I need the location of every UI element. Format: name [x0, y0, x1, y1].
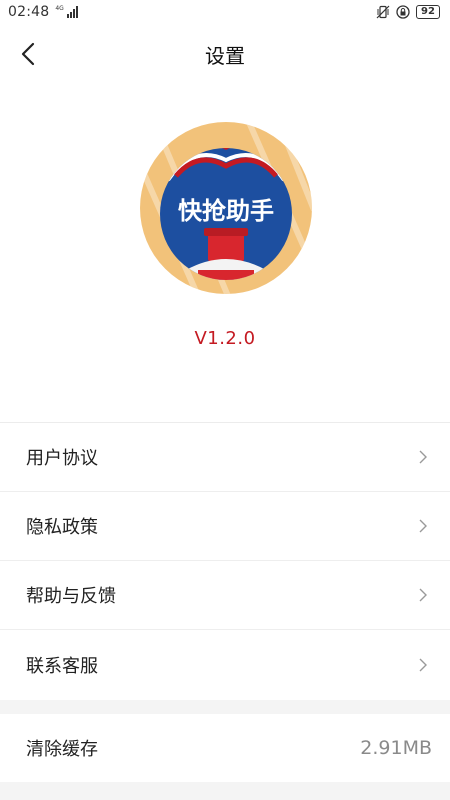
alarm-lock-icon	[396, 5, 410, 19]
signal-bar	[75, 6, 78, 18]
menu-item-help-feedback[interactable]: 帮助与反馈	[0, 561, 450, 630]
chevron-right-icon	[419, 658, 427, 671]
vibrate-icon	[376, 5, 390, 19]
page-title: 设置	[205, 43, 245, 68]
logo-text: 快抢助手	[178, 197, 274, 225]
bottom-gap	[0, 782, 450, 800]
network-type-label: 4G	[55, 5, 64, 12]
chevron-right-icon	[419, 588, 427, 602]
clear-cache-label: 清除缓存	[26, 739, 98, 760]
clear-cache-row[interactable]: 清除缓存 2.91MB	[0, 714, 450, 782]
chevron-left-icon	[21, 42, 35, 66]
section-gap	[0, 700, 450, 714]
menu-item-label: 帮助与反馈	[26, 586, 116, 607]
status-bar: 02:48 4G 92	[0, 0, 450, 24]
status-right: 92	[376, 5, 440, 19]
signal-bar	[72, 9, 75, 18]
menu-item-contact-support[interactable]: 联系客服	[0, 630, 450, 699]
settings-screen: 02:48 4G 92 设置 快抢助手 V1.2.0 用户协议 隐私政策 帮助与…	[0, 0, 450, 800]
battery-indicator: 92	[416, 5, 440, 19]
status-left: 02:48 4G	[8, 4, 78, 20]
signal-bar	[69, 12, 72, 18]
menu-item-label: 隐私政策	[26, 517, 98, 538]
menu-item-label: 用户协议	[26, 448, 98, 469]
app-logo: 快抢助手	[138, 120, 314, 296]
chevron-right-icon	[419, 519, 427, 533]
chevron-right-icon	[419, 450, 427, 464]
menu-item-label: 联系客服	[26, 655, 98, 677]
signal-bar	[66, 14, 69, 18]
status-time: 02:48	[8, 4, 50, 20]
cache-size-value: 2.91MB	[360, 737, 432, 759]
menu-item-user-agreement[interactable]: 用户协议	[0, 423, 450, 492]
app-version: V1.2.0	[194, 328, 256, 349]
nav-bar: 设置	[0, 28, 450, 80]
back-button[interactable]	[12, 38, 44, 70]
app-logo-image: 快抢助手	[140, 122, 312, 294]
settings-menu: 用户协议 隐私政策 帮助与反馈 联系客服	[0, 423, 450, 699]
signal-icon: 4G	[55, 5, 78, 18]
menu-item-privacy-policy[interactable]: 隐私政策	[0, 492, 450, 561]
